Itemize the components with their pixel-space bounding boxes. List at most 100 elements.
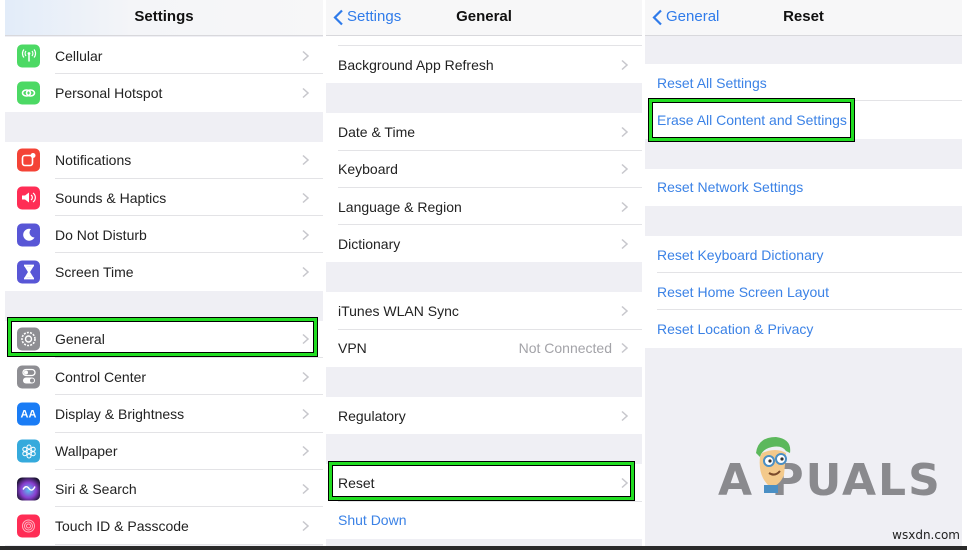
general-group-2: Date & Time Keyboard Language & Region D… <box>326 113 642 263</box>
frame-border <box>0 546 967 550</box>
general-item-keyboard[interactable]: Keyboard <box>326 150 642 188</box>
shut-down-label: Shut Down <box>338 512 407 529</box>
general-item-background-app-refresh[interactable]: Background App Refresh <box>326 46 642 84</box>
settings-item-cellular[interactable]: Cellular <box>5 37 323 75</box>
general-group-1: Background App Refresh <box>326 36 642 84</box>
chevron-right-icon <box>621 59 628 70</box>
general-item-label: Regulatory <box>338 407 406 424</box>
reset-title: Reset <box>783 8 824 25</box>
general-item-label: Language & Region <box>338 198 462 215</box>
reset-network-settings-button[interactable]: Reset Network Settings <box>645 168 962 206</box>
general-item-label: VPN <box>338 340 367 357</box>
general-navbar: Settings General <box>326 0 642 36</box>
chevron-right-icon <box>621 410 628 421</box>
reset-item-label: Reset Home Screen Layout <box>657 283 829 300</box>
general-item-reset[interactable]: Reset <box>326 464 642 502</box>
settings-item-control-center[interactable]: Control Center <box>5 358 323 396</box>
general-group-5: Reset Shut Down <box>326 464 642 539</box>
text-size-icon: AA <box>17 402 40 426</box>
settings-item-label: Cellular <box>55 47 103 64</box>
chevron-right-icon <box>302 229 309 240</box>
reset-group-3: Reset Keyboard Dictionary Reset Home Scr… <box>645 235 962 348</box>
general-group-3: iTunes WLAN Sync VPN Not Connected <box>326 292 642 368</box>
flower-icon <box>17 439 40 463</box>
reset-item-label: Reset All Settings <box>657 74 767 91</box>
chevron-right-icon <box>302 87 309 98</box>
settings-item-sounds-haptics[interactable]: Sounds & Haptics <box>5 178 323 217</box>
chevron-right-icon <box>621 201 628 212</box>
erase-all-content-button[interactable]: Erase All Content and Settings <box>645 101 962 139</box>
general-item-label: iTunes WLAN Sync <box>338 303 459 320</box>
speaker-icon <box>17 186 40 210</box>
chevron-right-icon <box>302 155 309 166</box>
gear-icon <box>17 327 40 351</box>
general-item-shut-down[interactable]: Shut Down <box>326 501 642 539</box>
settings-item-label: Wallpaper <box>55 443 118 460</box>
chevron-right-icon <box>302 50 309 61</box>
reset-keyboard-dictionary-button[interactable]: Reset Keyboard Dictionary <box>645 235 962 274</box>
general-group-4: Regulatory <box>326 397 642 435</box>
settings-item-label: Screen Time <box>55 264 134 281</box>
settings-group-2: Notifications Sounds & Haptics Do Not Di… <box>5 141 323 291</box>
chevron-right-icon <box>302 371 309 382</box>
general-item-label: Reset <box>338 475 375 492</box>
chevron-right-icon <box>621 238 628 249</box>
chevron-right-icon <box>302 408 309 420</box>
reset-navbar: General Reset <box>645 0 962 36</box>
reset-group-1: Reset All Settings Erase All Content and… <box>645 64 962 139</box>
settings-item-display-brightness[interactable]: AA Display & Brightness <box>5 395 323 433</box>
chevron-right-icon <box>621 126 628 137</box>
hourglass-icon <box>17 260 40 284</box>
reset-item-label: Reset Keyboard Dictionary <box>657 246 824 263</box>
reset-all-settings-button[interactable]: Reset All Settings <box>645 64 962 102</box>
settings-item-wallpaper[interactable]: Wallpaper <box>5 432 323 470</box>
appuals-logo: A PUALS <box>718 437 942 506</box>
general-item-dictionary[interactable]: Dictionary <box>326 225 642 263</box>
toggles-icon <box>17 365 40 389</box>
hotspot-icon <box>17 81 40 105</box>
chevron-right-icon <box>621 477 628 489</box>
reset-location-privacy-button[interactable]: Reset Location & Privacy <box>645 310 962 348</box>
settings-item-touch-id[interactable]: Touch ID & Passcode <box>5 507 323 545</box>
general-item-date-time[interactable]: Date & Time <box>326 113 642 151</box>
general-title: General <box>456 8 512 25</box>
settings-item-notifications[interactable]: Notifications <box>5 141 323 179</box>
settings-group-3: General Control Center AA Display & Brig… <box>5 320 323 545</box>
chevron-right-icon <box>302 483 309 494</box>
general-panel: Settings General Background App Refresh … <box>326 0 642 546</box>
chevron-right-icon <box>302 192 309 203</box>
chevron-right-icon <box>302 334 309 345</box>
settings-item-label: Siri & Search <box>55 480 137 497</box>
settings-panel: Settings Cellular Personal Hotspot Notif… <box>5 0 323 546</box>
watermark: wsxdn.com <box>892 528 960 542</box>
mascot-icon <box>756 437 791 493</box>
fingerprint-icon <box>17 514 40 538</box>
general-item-language-region[interactable]: Language & Region <box>326 187 642 226</box>
chevron-right-icon <box>302 520 309 531</box>
settings-item-label: Sounds & Haptics <box>55 189 167 206</box>
settings-item-do-not-disturb[interactable]: Do Not Disturb <box>5 216 323 254</box>
chevron-right-icon <box>621 343 628 354</box>
settings-item-label: Display & Brightness <box>55 406 185 423</box>
settings-item-siri-search[interactable]: Siri & Search <box>5 469 323 508</box>
settings-item-label: Do Not Disturb <box>55 226 147 243</box>
general-item-regulatory[interactable]: Regulatory <box>326 397 642 435</box>
general-item-itunes-wlan-sync[interactable]: iTunes WLAN Sync <box>326 292 642 330</box>
chevron-right-icon <box>621 164 628 175</box>
settings-item-personal-hotspot[interactable]: Personal Hotspot <box>5 74 323 112</box>
reset-item-label: Reset Location & Privacy <box>657 321 814 338</box>
settings-navbar: Settings <box>5 0 323 36</box>
settings-item-label: Touch ID & Passcode <box>55 517 189 534</box>
settings-item-general[interactable]: General <box>5 320 323 359</box>
notifications-icon <box>17 148 40 172</box>
chevron-right-icon <box>302 446 309 457</box>
general-item-vpn[interactable]: VPN Not Connected <box>326 329 642 368</box>
settings-item-label: General <box>55 331 105 348</box>
settings-item-label: Personal Hotspot <box>55 84 163 101</box>
siri-icon <box>17 477 40 501</box>
settings-item-label: Notifications <box>55 152 132 169</box>
settings-item-screen-time[interactable]: Screen Time <box>5 253 323 291</box>
settings-item-label: Control Center <box>55 368 147 385</box>
reset-home-screen-layout-button[interactable]: Reset Home Screen Layout <box>645 273 962 311</box>
general-item-label: Dictionary <box>338 235 401 252</box>
